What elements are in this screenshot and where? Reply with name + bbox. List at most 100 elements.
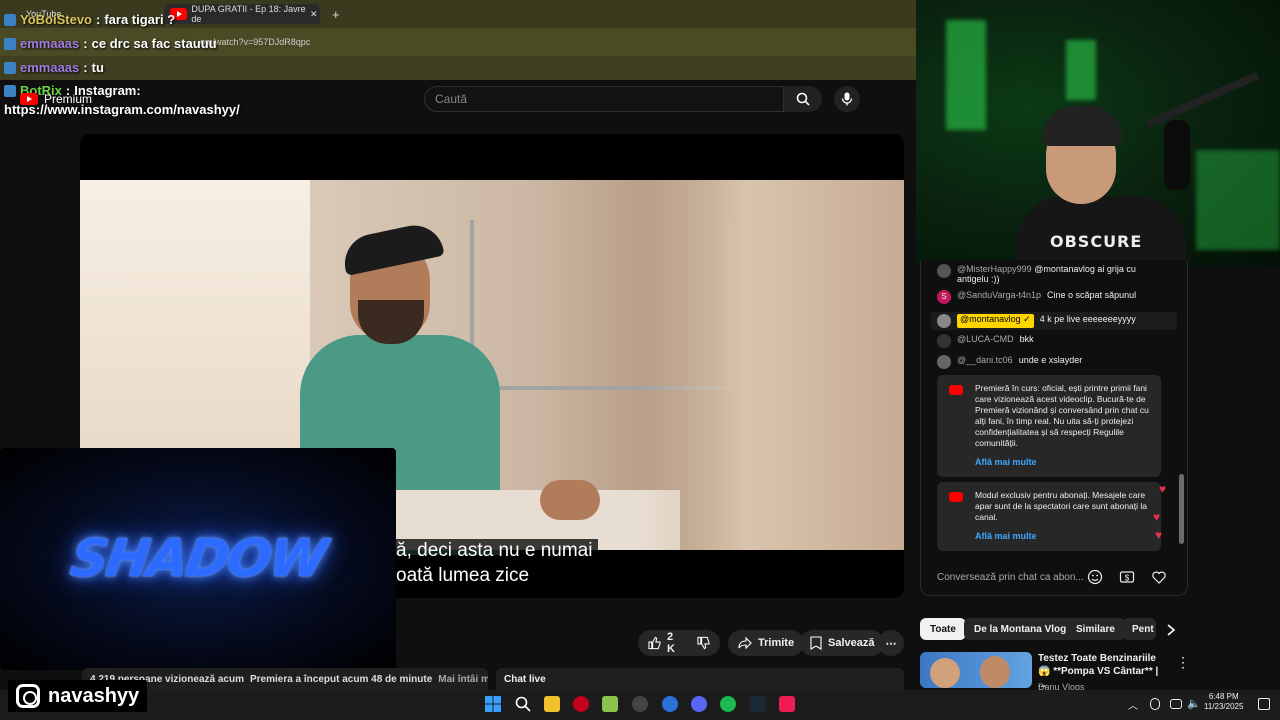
chat-author[interactable]: @SanduVarga-t4n1p (957, 290, 1041, 304)
save-button[interactable]: Salvează (800, 630, 885, 656)
badge-icon (4, 37, 16, 50)
mic-icon (841, 92, 853, 106)
streamer: OBSCURE (1016, 80, 1186, 266)
close-tab-icon[interactable]: ✕ (304, 4, 324, 24)
taskbar-clock[interactable]: 6:48 PM 11/23/2025 (1204, 692, 1243, 713)
chat-author[interactable]: @montanavlog ✓ (957, 314, 1034, 328)
search-placeholder: Caută (435, 92, 468, 106)
subtitle-line: oată lumea zice (390, 564, 536, 588)
chip-for-you[interactable]: Pent (1122, 618, 1156, 640)
overlay-chat-user: emmaaas (20, 36, 80, 51)
overlay-chat-message: fara tigari ? (104, 12, 176, 27)
voice-search-button[interactable] (834, 86, 860, 112)
heart-reaction-icon[interactable] (1151, 569, 1167, 585)
minecraft-icon[interactable] (602, 696, 618, 712)
share-button[interactable]: Trimite (728, 630, 805, 656)
steam-icon[interactable] (750, 696, 766, 712)
share-icon (738, 637, 752, 649)
chat-text: bkk (1019, 334, 1034, 344)
green-light (946, 20, 986, 130)
search-input[interactable]: Caută (424, 86, 784, 112)
premiere-notice-card: Premieră în curs: oficial, ești printre … (937, 375, 1161, 477)
chat-text: unde e xslayder (1018, 355, 1083, 365)
chat-message: @__dani.tc06 unde e xslayder (937, 355, 1082, 369)
network-icon[interactable] (1170, 699, 1182, 709)
volume-icon[interactable]: 🔈 (1187, 697, 1201, 710)
new-tab-button[interactable]: + (326, 4, 346, 24)
notification-icon[interactable] (1258, 698, 1270, 710)
chat-input-placeholder: Conversează prin chat ca abon... (937, 571, 1084, 583)
chrome-icon[interactable] (662, 696, 678, 712)
instagram-icon (16, 684, 40, 708)
chat-live-header[interactable]: Chat live (496, 668, 904, 690)
bookmarks-bar (0, 56, 916, 80)
avatar (937, 334, 951, 348)
avatar (937, 264, 951, 278)
more-icon: ⋯ (885, 637, 897, 650)
like-dislike-button[interactable]: 2 K (638, 630, 720, 656)
heart-icon: ♥ (1153, 510, 1161, 524)
shadow-logo: SHADOW (66, 529, 330, 589)
chat-author[interactable]: @LUCA-CMD (957, 334, 1014, 348)
discord-icon[interactable] (691, 696, 707, 712)
chip-all[interactable]: Toate (920, 618, 966, 640)
chevron-right-icon[interactable] (1166, 624, 1176, 636)
chat-live-label: Chat live (504, 673, 546, 685)
chat-input[interactable]: Conversează prin chat ca abon... (937, 566, 1099, 588)
thumbs-up-icon (648, 636, 661, 650)
youtube-music-icon[interactable] (573, 696, 589, 712)
tray-chevron-icon[interactable]: ︿ (1128, 697, 1138, 712)
search-button[interactable] (784, 86, 822, 112)
file-explorer-icon[interactable] (544, 696, 560, 712)
emoji-icon[interactable] (1087, 569, 1103, 585)
chip-related[interactable]: Similare (1066, 618, 1125, 640)
members-first: Mai întâi membr (438, 673, 488, 685)
super-chat-icon[interactable]: $ (1119, 569, 1135, 585)
chat-author[interactable]: @MisterHappy999 (957, 264, 1032, 274)
more-actions-button[interactable]: ⋯ (878, 630, 904, 656)
tab-video[interactable]: DUPA GRATII - Ep 18: Javre de (164, 4, 320, 24)
share-label: Trimite (758, 637, 795, 649)
heart-icon: ♥ (1155, 528, 1163, 542)
search-icon (796, 92, 810, 106)
more-vert-icon[interactable]: ⋮ (1176, 654, 1190, 671)
window-light (80, 180, 310, 450)
recommendation-thumbnail[interactable] (920, 652, 1032, 688)
like-count: 2 K (667, 631, 675, 655)
chip-from-channel[interactable]: De la Montana Vlog (964, 618, 1077, 640)
overlay-chat-line: YoBoiStevo : fara tigari ? (4, 12, 175, 27)
premiere-notice-text: Premieră în curs: oficial, ești printre … (975, 383, 1149, 449)
avatar (937, 355, 951, 369)
chat-scrollbar[interactable] (1179, 474, 1184, 544)
subscriber-mode-card: Modul exclusiv pentru abonați. Mesajele … (937, 482, 1161, 551)
live-chat-panel: @MisterHappy999 @montanavlog ai grija cu… (920, 260, 1188, 596)
youtube-icon (949, 492, 963, 502)
tiktok-icon[interactable] (779, 696, 795, 712)
green-light (1196, 150, 1280, 250)
instagram-brand: navashyy (8, 680, 148, 712)
chat-text: Cine o scăpat săpunul (1047, 290, 1137, 300)
learn-more-link[interactable]: Află mai multe (975, 531, 1151, 543)
badge-icon (4, 13, 16, 26)
heart-icon: ♥ (1159, 482, 1167, 496)
mic-icon[interactable] (1150, 698, 1160, 710)
overlay-chat-line: emmaaas : tu (4, 60, 104, 75)
save-label: Salvează (828, 637, 875, 649)
windows-start-icon[interactable] (485, 696, 501, 712)
learn-more-link[interactable]: Află mai multe (975, 457, 1151, 469)
clock-time: 6:48 PM (1208, 692, 1239, 701)
brand-name: navashyy (48, 684, 140, 707)
overlay-chat-user: emmaaas (20, 60, 80, 75)
youtube-icon (949, 385, 963, 395)
obs-icon[interactable] (632, 696, 648, 712)
chat-message: @MisterHappy999 @montanavlog ai grija cu… (937, 264, 1157, 284)
overlay-chat-line: emmaaas : ce drc sa fac stauuu (4, 36, 217, 51)
overlay-chat-message: tu (91, 60, 104, 75)
badge-icon (4, 84, 16, 97)
badge-icon (4, 61, 16, 74)
premiere-time: Premiera a început acum 48 de minute (249, 673, 433, 685)
thumbs-down-icon (697, 636, 710, 650)
spotify-icon[interactable] (720, 696, 736, 712)
search-icon[interactable] (515, 696, 531, 712)
chat-author[interactable]: @__dani.tc06 (957, 355, 1013, 369)
